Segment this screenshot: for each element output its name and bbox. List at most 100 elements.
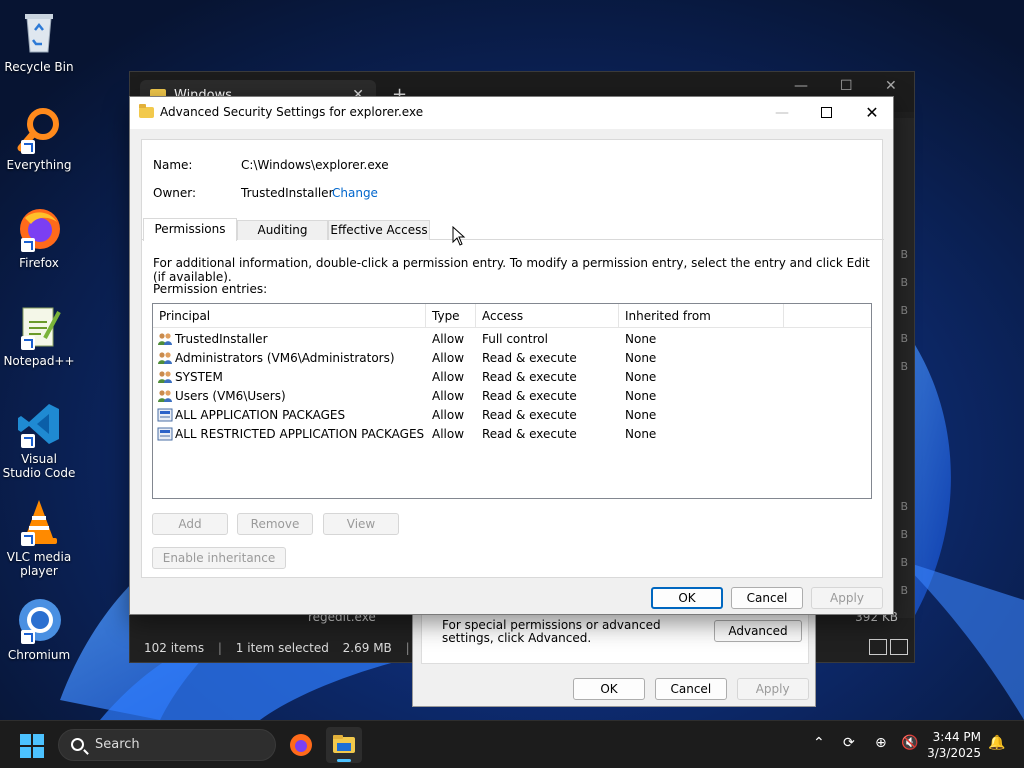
desktop-icon-everything[interactable]: Everything [2,106,76,172]
maximize-icon[interactable] [816,103,836,123]
desktop-icon-notepadpp[interactable]: Notepad++ [2,302,76,368]
cell-principal: ALL RESTRICTED APPLICATION PACKAGES [175,427,425,441]
view-button[interactable]: View [323,513,399,535]
desktop-icon-label: VLC media player [6,550,72,578]
desktop-icon-recycle-bin[interactable]: Recycle Bin [2,8,76,74]
tiles-view-icon[interactable] [890,639,908,655]
cell-access: Read & execute [482,370,577,384]
active-indicator [337,759,351,762]
taskbar-clock[interactable]: 3:44 PM 3/3/2025 [925,729,981,761]
desktop-icon-label: Firefox [19,256,59,270]
close-icon[interactable]: ✕ [862,103,882,123]
advanced-security-dialog[interactable]: Advanced Security Settings for explorer.… [129,96,894,615]
taskbar: Search ⌃ ⟳ ⊕ 🔇 3:44 PM 3/3/2025 🔔 [0,720,1024,768]
desktop-icon-firefox[interactable]: Firefox [2,204,76,270]
properties-panel: For special permissions or advanced sett… [421,608,809,664]
table-row[interactable]: SYSTEM Allow Read & execute None [153,368,871,387]
tab-permissions[interactable]: Permissions [143,218,237,241]
shortcut-arrow-icon [21,434,35,448]
notification-bell-icon[interactable]: 🔔 [988,735,1005,751]
network-icon[interactable]: ⊕ [875,735,887,751]
details-view-icon[interactable] [869,639,887,655]
advanced-hint: For special permissions or advanced sett… [442,618,661,645]
size-column-fragment: B [900,248,908,261]
minimize-icon: — [775,105,789,121]
ok-button[interactable]: OK [651,587,723,609]
package-icon [157,427,173,441]
cell-access: Read & execute [482,389,577,403]
volume-muted-icon[interactable]: 🔇 [901,735,918,751]
cell-type: Allow [432,427,465,441]
list-header: Principal Type Access Inherited from [153,304,871,328]
size-column-fragment: B [900,360,908,373]
properties-button-row: OK Cancel Apply [573,678,809,700]
info-text: For additional information, double-click… [153,256,870,284]
properties-dialog[interactable]: For special permissions or advanced sett… [412,607,816,707]
desktop-icon-label: Notepad++ [3,354,75,368]
add-button[interactable]: Add [152,513,228,535]
enable-inheritance-button[interactable]: Enable inheritance [152,547,286,569]
column-access[interactable]: Access [482,309,523,323]
column-type[interactable]: Type [432,309,460,323]
show-hidden-icons-icon[interactable]: ⌃ [813,735,825,751]
apply-button[interactable]: Apply [736,678,809,700]
table-row[interactable]: Administrators (VM6\Administrators) Allow… [153,349,871,368]
cell-principal: TrustedInstaller [175,332,268,346]
search-placeholder: Search [95,737,140,752]
desktop-icon-vlc[interactable]: VLC media player [2,498,76,578]
cancel-button[interactable]: Cancel [731,587,803,609]
table-row[interactable]: TrustedInstaller Allow Full control None [153,330,871,349]
column-divider[interactable] [425,304,426,328]
size-column-fragment: B [900,556,908,569]
minimize-icon[interactable]: — [794,78,808,94]
table-row[interactable]: Users (VM6\Users) Allow Read & execute None [153,387,871,406]
column-divider[interactable] [475,304,476,328]
desktop-icon-label: Everything [6,158,72,172]
apply-button[interactable]: Apply [811,587,883,609]
table-row[interactable]: ALL APPLICATION PACKAGES Allow Read & exec… [153,406,871,425]
table-row[interactable]: ALL RESTRICTED APPLICATION PACKAGES Allow… [153,425,871,444]
cell-access: Full control [482,332,548,346]
change-owner-link[interactable]: Change [332,186,378,200]
taskbar-firefox[interactable] [283,727,319,763]
permission-entries-list[interactable]: Principal Type Access Inherited from Tru… [152,303,872,499]
users-icon [157,389,173,403]
cell-principal: Users (VM6\Users) [175,389,286,403]
status-size: 2.69 MB [342,641,392,655]
desktop-icon-vscode[interactable]: Visual Studio Code [2,400,76,480]
cell-principal: ALL APPLICATION PACKAGES [175,408,346,422]
maximize-icon[interactable]: ☐ [840,78,853,94]
taskbar-file-explorer[interactable] [326,727,362,763]
cancel-button[interactable]: Cancel [654,678,727,700]
column-divider[interactable] [618,304,619,328]
start-button[interactable] [20,734,44,758]
tab-auditing[interactable]: Auditing [237,220,328,240]
desktop-icon-label: Visual Studio Code [2,452,76,480]
desktop-icon-label: Recycle Bin [4,60,74,74]
ok-button[interactable]: OK [573,678,645,700]
taskbar-search[interactable]: Search [58,729,276,761]
shortcut-arrow-icon [21,532,35,546]
users-icon [157,351,173,365]
close-icon[interactable]: ✕ [885,78,897,94]
desktop-icon-chromium[interactable]: Chromium [2,596,76,662]
column-principal[interactable]: Principal [159,309,210,323]
shortcut-arrow-icon [21,336,35,350]
remove-button[interactable]: Remove [237,513,313,535]
cell-access: Read & execute [482,351,577,365]
tab-effective-access[interactable]: Effective Access [328,220,430,240]
column-divider[interactable] [783,304,784,328]
name-value[interactable]: C:\Windows\explorer.exe [241,158,389,172]
column-inherited-from[interactable]: Inherited from [625,309,711,323]
mouse-cursor-icon [452,225,466,249]
shortcut-arrow-icon [21,140,35,154]
cell-access: Read & execute [482,427,577,441]
owner-label: Owner: [153,186,197,200]
advanced-button[interactable]: Advanced [714,620,802,642]
dialog-titlebar[interactable]: Advanced Security Settings for explorer.… [130,97,893,129]
desktop-icon-label: Chromium [7,648,71,662]
cell-type: Allow [432,408,465,422]
sync-icon[interactable]: ⟳ [843,735,855,751]
size-column-fragment: B [900,528,908,541]
cell-inherited-from: None [625,370,657,384]
